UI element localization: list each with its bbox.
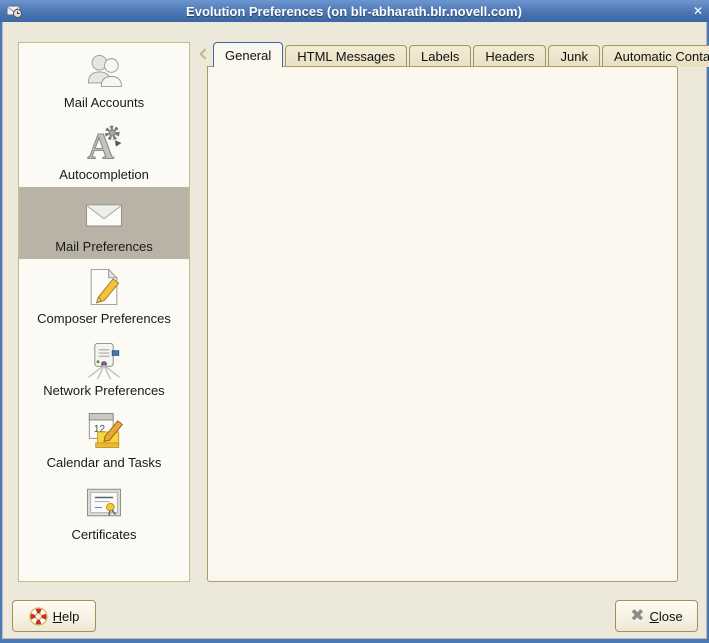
sidebar-item-label: Mail Preferences	[55, 239, 153, 254]
preferences-sidebar: Mail Accounts A Autocompletion Mail Pref…	[18, 42, 190, 582]
sidebar-item-label: Mail Accounts	[64, 95, 144, 110]
window-menu-icon[interactable]	[6, 3, 23, 19]
certificates-icon	[81, 480, 127, 526]
sidebar-item-certificates[interactable]: Certificates	[19, 475, 189, 547]
sidebar-item-label: Certificates	[71, 527, 136, 542]
tab-label: HTML Messages	[297, 49, 395, 64]
sidebar-item-calendar-and-tasks[interactable]: 12 Calendar and Tasks	[19, 403, 189, 475]
tab-bar: General HTML Messages Labels Headers Jun…	[213, 42, 709, 67]
tab-label: Labels	[421, 49, 459, 64]
lifebuoy-icon	[29, 607, 48, 626]
tab-html-messages[interactable]: HTML Messages	[285, 45, 407, 67]
tab-automatic-contacts[interactable]: Automatic Contacts	[602, 45, 709, 67]
tab-label: Junk	[560, 49, 587, 64]
sidebar-item-label: Autocompletion	[59, 167, 149, 182]
tab-general[interactable]: General	[213, 42, 283, 67]
close-button-label: Close	[650, 609, 683, 624]
tab-junk[interactable]: Junk	[548, 45, 599, 67]
sidebar-item-network-preferences[interactable]: Network Preferences	[19, 331, 189, 403]
sidebar-item-autocompletion[interactable]: A Autocompletion	[19, 115, 189, 187]
tab-scroll-left-icon[interactable]	[198, 46, 212, 62]
titlebar: Evolution Preferences (on blr-abharath.b…	[0, 0, 709, 22]
help-button-label: Help	[53, 609, 80, 624]
autocompletion-icon: A	[81, 120, 127, 166]
sidebar-item-label: Network Preferences	[43, 383, 164, 398]
general-tab-page	[207, 66, 678, 582]
close-icon[interactable]: ✕	[685, 4, 703, 18]
sidebar-item-composer-preferences[interactable]: Composer Preferences	[19, 259, 189, 331]
mail-preferences-icon	[81, 192, 127, 238]
tab-label: Headers	[485, 49, 534, 64]
network-preferences-icon	[81, 336, 127, 382]
close-x-icon: ✖	[630, 606, 644, 626]
help-button[interactable]: Help	[12, 600, 96, 632]
window-title: Evolution Preferences (on blr-abharath.b…	[23, 4, 685, 19]
tab-label: General	[225, 48, 271, 63]
composer-preferences-icon	[81, 264, 127, 310]
close-button[interactable]: ✖ Close	[615, 600, 698, 632]
tab-headers[interactable]: Headers	[473, 45, 546, 67]
sidebar-item-label: Composer Preferences	[37, 311, 171, 326]
mail-accounts-icon	[81, 48, 127, 94]
calendar-and-tasks-icon: 12	[81, 408, 127, 454]
tab-labels[interactable]: Labels	[409, 45, 471, 67]
tab-label: Automatic Contacts	[614, 49, 709, 64]
sidebar-item-label: Calendar and Tasks	[47, 455, 162, 470]
sidebar-item-mail-accounts[interactable]: Mail Accounts	[19, 43, 189, 115]
sidebar-item-mail-preferences[interactable]: Mail Preferences	[19, 187, 189, 259]
